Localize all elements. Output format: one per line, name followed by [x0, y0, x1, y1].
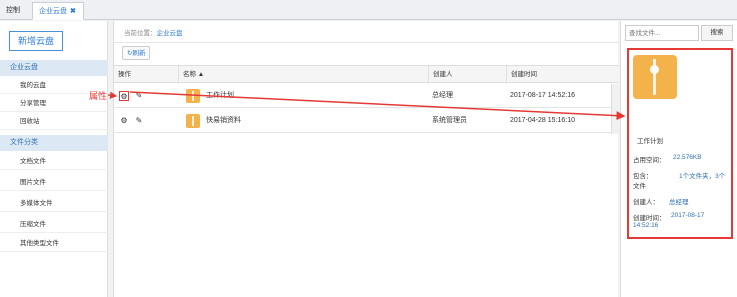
divider — [114, 42, 619, 43]
column-header-creator[interactable]: 创建人 — [428, 66, 506, 84]
created-label: 创建时间： — [633, 215, 666, 222]
sidebar-section-file-category[interactable]: 文件分类 — [0, 135, 108, 151]
folder-icon — [633, 55, 677, 99]
creator-value: 总经理 — [669, 199, 689, 206]
main-content: 当前位置：企业云盘 ↻刷新 操作 名称 ▲ 创建人 创建时间 ⚙ ✎ 工作计划 … — [113, 21, 619, 297]
folder-knot — [650, 65, 659, 74]
edit-icon[interactable]: ✎ — [134, 91, 144, 101]
vertical-scrollbar[interactable] — [611, 84, 619, 134]
contains-label: 包含： — [633, 173, 653, 180]
refresh-button[interactable]: ↻刷新 — [122, 46, 151, 60]
gear-icon[interactable]: ⚙ — [119, 91, 129, 101]
row-created: 2017-04-28 15:16:10 — [510, 117, 575, 124]
sidebar-item-images[interactable]: 图片文件 — [0, 175, 108, 191]
new-cloud-button[interactable]: 新增云盘 — [9, 31, 63, 51]
search-input[interactable] — [625, 25, 699, 41]
tab-console[interactable]: 控制台 — [0, 2, 32, 32]
row-name[interactable]: 快易销资料 — [202, 109, 241, 133]
gear-icon[interactable]: ⚙ — [119, 116, 129, 126]
folder-icon — [186, 114, 200, 128]
close-icon[interactable]: ✖ — [70, 8, 76, 15]
sidebar: 新增云盘 企业云盘 我的云盘 分享管理 回收站 文件分类 文档文件 图片文件 多… — [0, 21, 108, 297]
annotation-label: 属性 — [89, 91, 108, 101]
sidebar-item-archives[interactable]: 压缩文件 — [0, 217, 108, 233]
breadcrumb: 当前位置：企业云盘 — [124, 27, 183, 37]
table-row[interactable]: ⚙ ✎ 工作计划 总经理 2017-08-17 14:52:16 — [114, 84, 619, 108]
tab-label: 企业云盘 — [39, 8, 67, 15]
details-panel: 搜索 工作计划 占用空间： 22.576KB 包含： 1个文件夹，3个 文件 创… — [620, 21, 737, 297]
sidebar-item-recycle-bin[interactable]: 回收站 — [0, 114, 108, 130]
breadcrumb-current[interactable]: 企业云盘 — [157, 30, 183, 37]
creator-label: 创建人： — [633, 199, 659, 206]
refresh-label: 刷新 — [132, 50, 146, 57]
folder-icon — [186, 89, 200, 103]
breadcrumb-prefix: 当前位置： — [124, 30, 157, 37]
size-value: 22.576KB — [673, 154, 702, 161]
created-time-value: 14:52:16 — [633, 222, 659, 229]
table-row[interactable]: ⚙ ✎ 快易销资料 系统管理员 2017-04-28 15:16:10 — [114, 109, 619, 133]
column-header-name[interactable]: 名称 ▲ — [178, 66, 428, 84]
column-header-created[interactable]: 创建时间 — [506, 66, 611, 84]
tab-enterprise-cloud[interactable]: 企业云盘 ✖ — [32, 2, 84, 20]
sidebar-item-media[interactable]: 多媒体文件 — [0, 196, 108, 212]
contains-value: 1个文件夹，3个 — [679, 173, 726, 180]
row-name[interactable]: 工作计划 — [202, 84, 234, 108]
edit-icon[interactable]: ✎ — [134, 116, 144, 126]
search-button[interactable]: 搜索 — [701, 25, 733, 41]
row-creator: 系统管理员 — [432, 117, 467, 124]
contains-label-cont: 文件 — [633, 183, 646, 190]
table-header: 操作 名称 ▲ 创建人 创建时间 — [114, 65, 619, 84]
row-created: 2017-08-17 14:52:16 — [510, 92, 575, 99]
sidebar-item-other-files[interactable]: 其他类型文件 — [0, 236, 108, 252]
sidebar-section-enterprise-cloud[interactable]: 企业云盘 — [0, 60, 108, 76]
properties-box: 工作计划 占用空间： 22.576KB 包含： 1个文件夹，3个 文件 创建人：… — [627, 48, 733, 239]
column-header-actions: 操作 — [118, 71, 131, 78]
created-value: 2017-08-17 — [671, 212, 705, 219]
sidebar-item-documents[interactable]: 文档文件 — [0, 154, 108, 170]
size-label: 占用空间： — [633, 157, 666, 164]
row-creator: 总经理 — [432, 92, 453, 99]
tab-bar: 控制台 企业云盘✖ — [0, 0, 737, 32]
folder-name: 工作计划 — [637, 138, 663, 145]
